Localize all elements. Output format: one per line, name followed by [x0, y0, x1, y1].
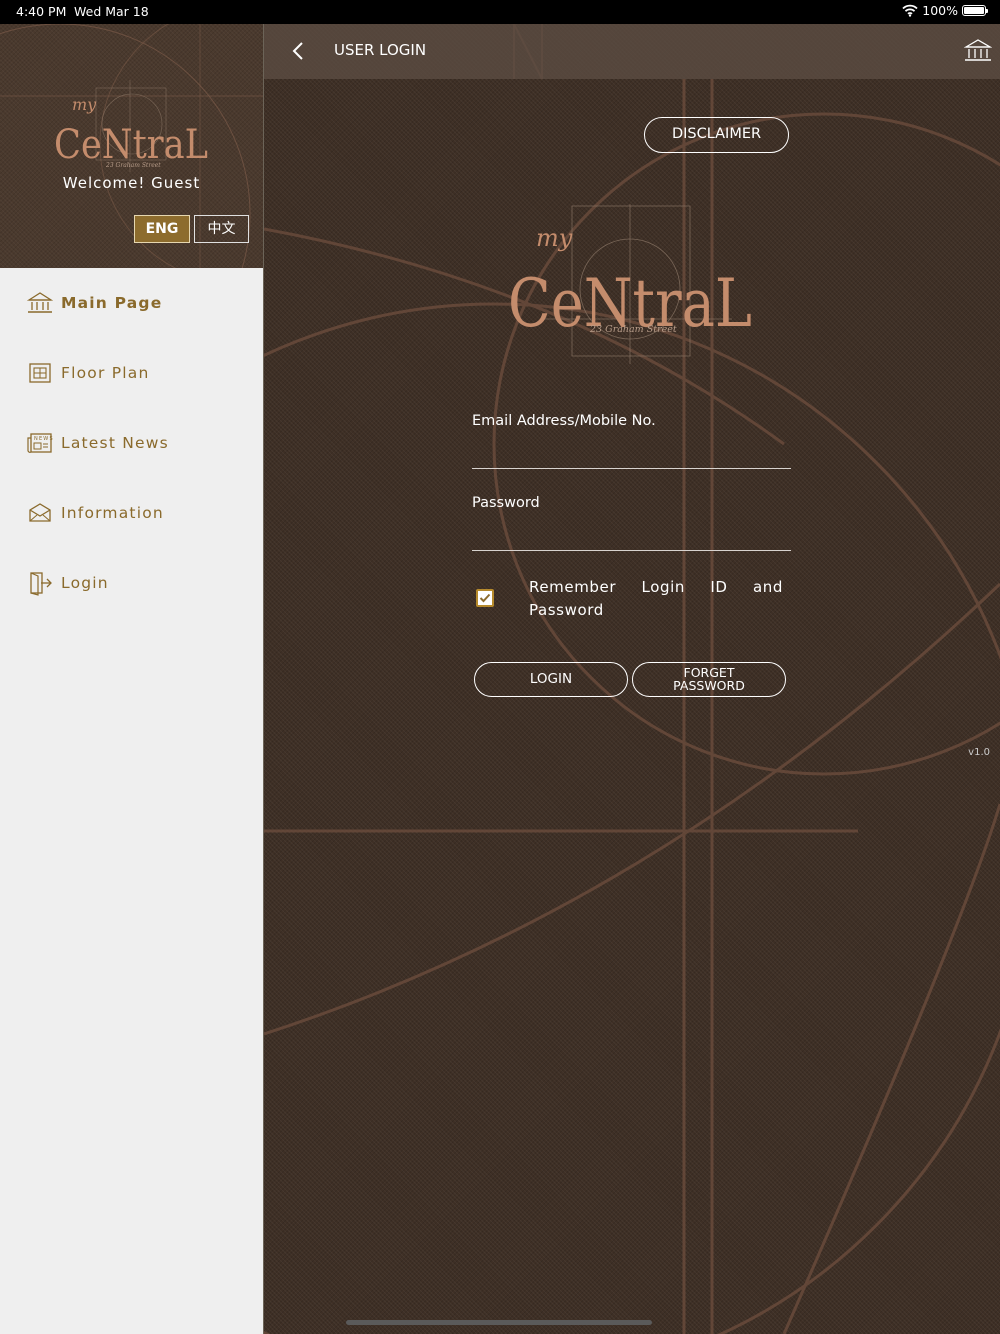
lang-chinese-button[interactable]: 中文	[194, 215, 249, 243]
status-time: 4:40 PM	[16, 4, 67, 19]
home-indicator[interactable]	[346, 1320, 652, 1325]
mail-info-icon	[26, 499, 54, 527]
battery-icon	[962, 5, 988, 16]
main-logo: my CeNtraL 23 Graham Street	[508, 204, 752, 364]
wifi-icon	[902, 4, 918, 17]
remember-checkbox[interactable]	[476, 589, 494, 607]
version-label: v1.0	[968, 747, 990, 758]
sidebar: my CeNtraL 23 Graham Street Welcome! Gue…	[0, 24, 264, 1334]
email-underline	[472, 468, 791, 469]
password-label: Password	[472, 495, 540, 511]
door-login-icon	[26, 569, 54, 597]
svg-text:23 Graham Street: 23 Graham Street	[105, 162, 161, 169]
sidebar-item-label: Main Page	[61, 294, 163, 312]
email-field[interactable]	[472, 438, 791, 464]
logo: my CeNtraL 23 Graham Street	[54, 80, 208, 172]
back-icon[interactable]	[286, 38, 310, 64]
status-right: 100%	[902, 3, 988, 18]
home-building-icon[interactable]	[964, 38, 992, 64]
sidebar-header: my CeNtraL 23 Graham Street Welcome! Gue…	[0, 24, 263, 268]
navbar: USER LOGIN	[264, 24, 1000, 79]
sidebar-item-information[interactable]: Information	[26, 495, 164, 531]
checkmark-icon	[479, 593, 491, 603]
svg-text:23 Graham Street: 23 Graham Street	[589, 324, 677, 335]
forget-button-line2: PASSWORD	[673, 678, 745, 693]
welcome-text: Welcome! Guest	[62, 174, 201, 192]
disclaimer-button[interactable]: DISCLAIMER	[644, 117, 789, 153]
lang-eng-button[interactable]: ENG	[134, 215, 190, 243]
sidebar-item-main-page[interactable]: Main Page	[26, 285, 162, 321]
remember-label[interactable]: Remember Login ID and Password	[529, 576, 783, 622]
status-bar: 4:40 PM Wed Mar 18 100%	[0, 0, 1000, 24]
floor-plan-icon	[26, 359, 54, 387]
status-date: Wed Mar 18	[74, 4, 149, 19]
svg-text:my: my	[72, 95, 97, 114]
sidebar-item-floor-plan[interactable]: Floor Plan	[26, 355, 149, 391]
main-panel: USER LOGIN DISCLAIMER my CeNtraL 23 Grah…	[264, 24, 1000, 1334]
email-label: Email Address/Mobile No.	[472, 413, 656, 429]
sidebar-item-label: Information	[61, 504, 164, 522]
sidebar-item-latest-news[interactable]: NEWS Latest News	[26, 425, 169, 461]
login-button[interactable]: LOGIN	[474, 662, 628, 697]
sidebar-item-label: Floor Plan	[61, 364, 150, 382]
sidebar-item-label: Login	[61, 574, 109, 592]
password-field[interactable]	[472, 521, 791, 547]
svg-text:NEWS: NEWS	[34, 436, 53, 442]
sidebar-item-label: Latest News	[61, 434, 169, 452]
forget-password-button[interactable]: FORGET PASSWORD	[632, 662, 786, 697]
svg-text:my: my	[536, 224, 573, 252]
battery-percent: 100%	[922, 3, 958, 18]
newspaper-icon: NEWS	[26, 429, 54, 457]
sidebar-item-login[interactable]: Login	[26, 565, 109, 601]
password-underline	[472, 550, 791, 551]
page-title: USER LOGIN	[334, 41, 427, 59]
building-icon	[26, 289, 54, 317]
